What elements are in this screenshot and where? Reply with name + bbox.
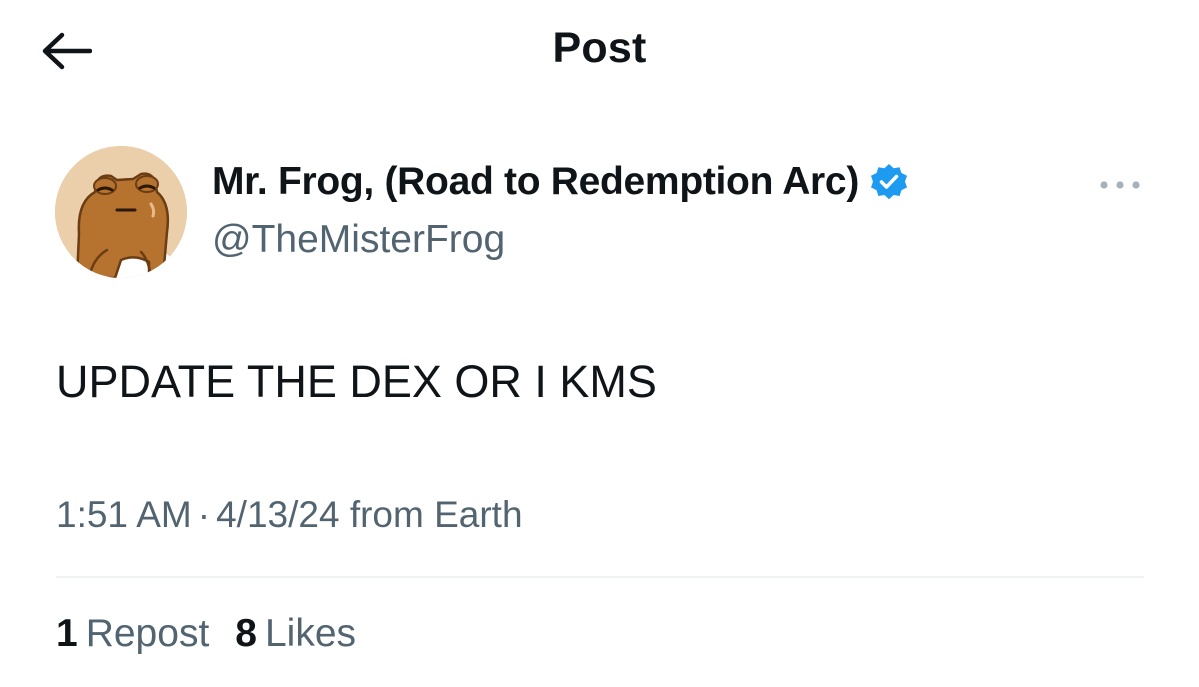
likes-stat[interactable]: 8 Likes — [235, 612, 356, 656]
reposts-count: 1 — [56, 612, 78, 655]
post-text: UPDATE THE DEX OR I KMS — [56, 356, 657, 407]
top-bar: Post — [0, 0, 1199, 100]
frog-avatar — [55, 146, 187, 278]
post-date[interactable]: 4/13/24 — [216, 494, 339, 535]
likes-count: 8 — [235, 612, 257, 655]
avatar[interactable] — [55, 146, 187, 278]
more-options-button[interactable] — [1092, 168, 1148, 202]
divider — [56, 576, 1144, 578]
page-title: Post — [552, 24, 647, 72]
meta-separator: · — [197, 494, 211, 535]
more-horizontal-icon — [1100, 181, 1140, 189]
likes-label: Likes — [264, 612, 357, 655]
author-display-name[interactable]: Mr. Frog, (Road to Redemption Arc) — [212, 160, 859, 204]
post-meta: 1:51 AM · 4/13/24 from Earth — [56, 494, 523, 536]
post-time[interactable]: 1:51 AM — [56, 494, 192, 535]
post-location: from Earth — [349, 494, 523, 535]
reposts-label: Repost — [85, 612, 210, 655]
author-handle[interactable]: @TheMisterFrog — [212, 218, 505, 262]
verified-badge-icon — [869, 162, 909, 202]
author-name-row: Mr. Frog, (Road to Redemption Arc) — [212, 160, 909, 204]
post-stats: 1 Repost 8 Likes — [56, 612, 356, 656]
reposts-stat[interactable]: 1 Repost — [56, 612, 209, 656]
